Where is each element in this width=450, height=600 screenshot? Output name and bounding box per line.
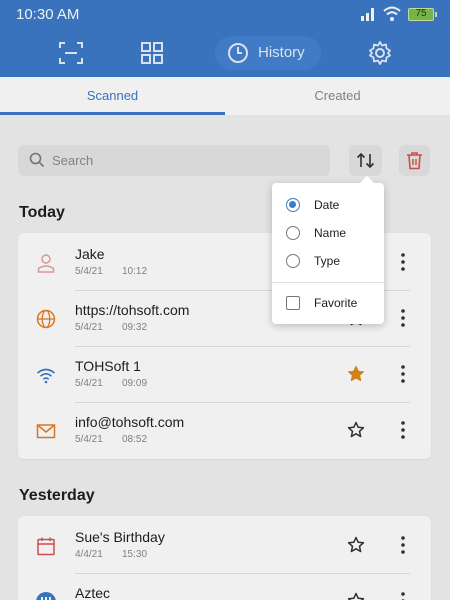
radio-icon <box>286 254 300 268</box>
sort-option-type[interactable]: Type <box>272 247 384 275</box>
radio-icon <box>286 226 300 240</box>
sort-option-name[interactable]: Name <box>272 219 384 247</box>
sort-menu: Date Name Type Favorite <box>272 176 384 324</box>
menu-divider <box>272 282 384 283</box>
checkbox-icon <box>286 296 300 310</box>
favorite-filter[interactable]: Favorite <box>272 289 384 317</box>
sort-option-label: Name <box>314 226 347 240</box>
sort-option-label: Type <box>314 254 341 268</box>
favorite-filter-label: Favorite <box>314 296 358 310</box>
sort-option-date[interactable]: Date <box>272 191 384 219</box>
radio-selected-icon <box>286 198 300 212</box>
sort-option-label: Date <box>314 198 340 212</box>
